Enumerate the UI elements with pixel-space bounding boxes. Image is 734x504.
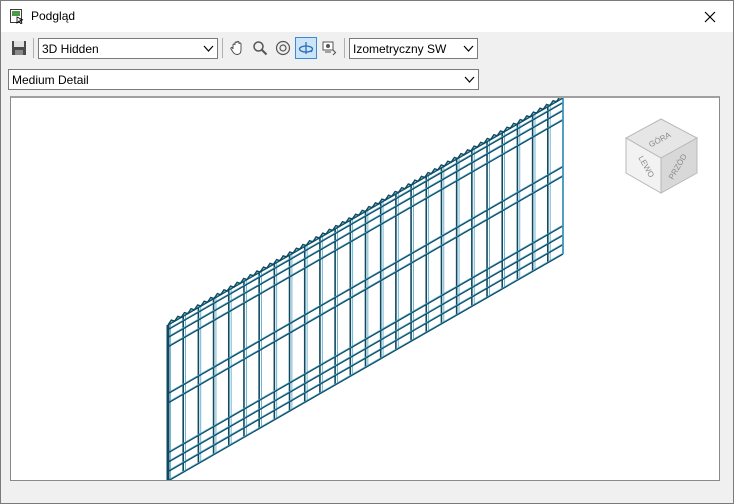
view-direction-value: Izometryczny SW bbox=[353, 42, 447, 56]
zoom-button[interactable] bbox=[249, 37, 271, 59]
mesh-horizontal-bar bbox=[167, 175, 564, 404]
close-icon bbox=[704, 11, 716, 22]
detail-level-value: Medium Detail bbox=[12, 73, 89, 87]
rotate-button[interactable] bbox=[295, 37, 317, 59]
model-view: GÓRA LEWO PRZÓD bbox=[166, 98, 699, 480]
orbit-icon bbox=[275, 40, 291, 56]
view-direction-select[interactable]: Izometryczny SW bbox=[349, 38, 478, 59]
pan-icon bbox=[230, 41, 242, 55]
preview-window: Podgląd 3D Hidden Izometryczny SW Medium… bbox=[0, 0, 734, 504]
detail-level-select[interactable]: Medium Detail bbox=[8, 69, 479, 90]
toolbar: 3D Hidden Izometryczny SW bbox=[1, 35, 733, 61]
visual-style-select[interactable]: 3D Hidden bbox=[38, 38, 218, 59]
pan-button[interactable] bbox=[226, 37, 248, 59]
rotate-icon bbox=[298, 42, 314, 54]
close-button[interactable] bbox=[687, 1, 733, 32]
visual-style-value: 3D Hidden bbox=[42, 42, 99, 56]
orbit-button[interactable] bbox=[272, 37, 294, 59]
save-button[interactable] bbox=[8, 37, 30, 59]
title-bar: Podgląd bbox=[1, 1, 733, 32]
chevron-down-icon bbox=[203, 45, 214, 52]
preview-viewport[interactable]: GÓRA LEWO PRZÓD bbox=[10, 96, 720, 481]
app-icon bbox=[10, 9, 24, 25]
window-title: Podgląd bbox=[31, 9, 76, 23]
chevron-down-icon bbox=[463, 45, 474, 52]
camera-icon bbox=[322, 41, 337, 56]
save-icon bbox=[12, 41, 26, 55]
zoom-icon bbox=[253, 41, 268, 56]
view-cube[interactable]: GÓRA LEWO PRZÓD bbox=[624, 118, 699, 194]
mesh-panel bbox=[166, 98, 564, 480]
chevron-down-icon bbox=[464, 76, 475, 83]
camera-button[interactable] bbox=[318, 37, 340, 59]
